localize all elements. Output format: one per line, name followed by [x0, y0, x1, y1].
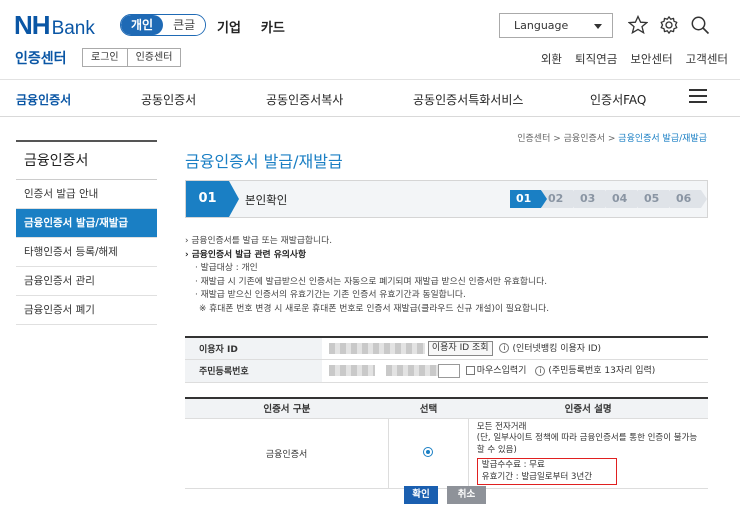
util-security-center[interactable]: 보안센터 [630, 51, 672, 67]
rrn-back-value[interactable] [385, 365, 438, 377]
cert-desc-cell: 모든 전자거래 (단, 일부사이트 정책에 따라 금융인증서를 통한 인증이 불… [468, 418, 708, 489]
nav-card[interactable]: 카드 [261, 17, 285, 36]
notice-heading: › 금융인증서 발급 관련 유의사항 [185, 249, 307, 260]
notice-section: › 금융인증서를 발급 또는 재발급합니다. › 금융인증서 발급 관련 유의사… [185, 235, 715, 316]
confirm-button[interactable]: 확인 [404, 486, 438, 504]
logo-bank: Bank [51, 18, 95, 39]
nh-bank-logo[interactable]: NH Bank [14, 10, 95, 41]
info-icon: i [535, 365, 546, 376]
col-cert-desc: 인증서 설명 [468, 398, 708, 419]
cert-validity: 유효기간 : 발급일로부터 3년간 [481, 471, 593, 482]
current-step-label: 본인확인 [245, 193, 288, 207]
mode-large-text-button[interactable]: 큰글 [163, 15, 206, 35]
gnb-joint-cert[interactable]: 공동인증서 [141, 91, 196, 108]
menu-icon[interactable] [689, 89, 707, 103]
notice-line: › 금융인증서를 발급 또는 재발급합니다. [185, 236, 332, 246]
user-id-label: 이용자 ID [185, 337, 322, 360]
util-pension[interactable]: 퇴직연금 [575, 51, 617, 67]
fee-validity-highlight: 발급수수료 : 무료 유효기간 : 발급일로부터 3년간 [476, 458, 617, 485]
gnb-joint-cert-special[interactable]: 공동인증서특화서비스 [413, 91, 523, 108]
lnb-title: 금융인증서 [16, 140, 157, 180]
mode-personal-button[interactable]: 개인 [121, 15, 164, 35]
util-forex[interactable]: 외환 [541, 51, 562, 67]
rrn-hint: (주민등록번호 13자리 입력) [548, 366, 656, 377]
top-header: NH Bank 개인 큰글 기업 카드 Language 인증센터 로그인 인증… [0, 0, 740, 80]
util-customer-center[interactable]: 고객센터 [686, 51, 728, 67]
login-link[interactable]: 로그인 [83, 49, 127, 66]
login-box: 로그인 인증센터 [82, 48, 182, 67]
gnb-joint-cert-copy[interactable]: 공동인증서복사 [266, 91, 343, 108]
lnb-item-other-bank[interactable]: 타행인증서 등록/해제 [16, 238, 157, 267]
language-select[interactable]: Language [499, 13, 613, 38]
cert-fee: 발급수수료 : 무료 [481, 460, 545, 470]
mouse-input-checkbox[interactable] [465, 366, 475, 376]
current-step-number: 01 [186, 181, 229, 217]
star-icon[interactable] [628, 15, 648, 35]
breadcrumb: 인증센터 > 금융인증서 > 금융인증서 발급/재발급 [517, 131, 707, 144]
cert-radio-button[interactable] [423, 446, 434, 457]
notice-line: · 재발급 시 기존에 발급받으신 인증서는 자동으로 폐기되며 재발급 받으신… [195, 276, 547, 287]
gnb-cert-faq[interactable]: 인증서FAQ [590, 91, 646, 108]
top-nav: 기업 카드 [217, 17, 285, 36]
rrn-front-value[interactable] [329, 365, 375, 377]
notice-line: ※ 휴대폰 번호 변경 시 새로운 휴대폰 번호로 인증서 재발급(클라우드 신… [199, 303, 550, 314]
step-bar: 01 본인확인 01 02 03 04 05 06 [185, 180, 708, 218]
chevron-down-icon [594, 24, 602, 29]
step-arrow [229, 181, 239, 217]
gnb-financial-cert[interactable]: 금융인증서 [16, 91, 71, 108]
cert-desc-line: (단, 일부사이트 정책에 따라 금융인증서를 통한 인증이 불가능할 수 있음… [476, 433, 698, 455]
info-icon: i [499, 343, 510, 354]
user-id-hint: (인터넷뱅킹 이용자 ID) [512, 343, 602, 354]
lnb-item-guide[interactable]: 인증서 발급 안내 [16, 180, 157, 209]
breadcrumb-path: 인증센터 > 금융인증서 > [517, 134, 619, 144]
global-nav: 금융인증서 공동인증서 공동인증서복사 공동인증서특화서비스 인증서FAQ [0, 80, 740, 117]
cert-select-cell [388, 418, 469, 489]
step-pill: 01 [510, 190, 547, 208]
gear-icon[interactable] [659, 15, 679, 35]
lnb-item-revoke[interactable]: 금융인증서 폐기 [16, 296, 157, 325]
breadcrumb-current: 금융인증서 발급/재발급 [618, 134, 707, 144]
lnb-item-manage[interactable]: 금융인증서 관리 [16, 267, 157, 296]
col-select: 선택 [388, 398, 469, 419]
utility-links: 외환 퇴직연금 보안센터 고객센터 [541, 51, 728, 67]
nav-corporate[interactable]: 기업 [217, 17, 241, 36]
identity-form: 이용자 ID 이용자 ID 조회 i (인터넷뱅킹 이용자 ID) 주민등록번호 … [185, 336, 708, 383]
cert-desc-line: 모든 전자거래 [476, 421, 527, 432]
rrn-label: 주민등록번호 [185, 359, 322, 383]
mouse-input-label: 마우스입력기 [476, 366, 527, 377]
cert-type-cell: 금융인증서 [185, 418, 390, 489]
notice-line: · 발급대상 : 개인 [195, 263, 258, 273]
cert-center-title: 인증센터 [15, 51, 67, 67]
col-cert-type: 인증서 구분 [185, 398, 389, 419]
logo-nh: NH [14, 10, 51, 40]
cert-select-table: 인증서 구분 선택 인증서 설명 금융인증서 모든 전자거래 (단, 일부사이트… [185, 397, 708, 489]
search-icon[interactable] [690, 15, 710, 35]
cert-center-link[interactable]: 인증센터 [126, 49, 181, 66]
mode-toggle: 개인 큰글 [120, 14, 207, 36]
rrn-back-input[interactable] [437, 363, 460, 378]
cancel-button[interactable]: 취소 [447, 486, 486, 504]
lnb-list: 인증서 발급 안내 금융인증서 발급/재발급 타행인증서 등록/해제 금융인증서… [16, 180, 157, 325]
page-title: 금융인증서 발급/재발급 [185, 152, 343, 171]
lnb-item-issue[interactable]: 금융인증서 발급/재발급 [16, 209, 157, 238]
notice-line: · 재발급 받으신 인증서의 유효기간는 기존 인증서 유효기간과 동일합니다. [195, 290, 466, 300]
step-indicator: 01 02 03 04 05 06 [510, 190, 707, 208]
user-id-value[interactable] [329, 342, 425, 354]
user-id-lookup-button[interactable]: 이용자 ID 조회 [427, 340, 493, 356]
language-label: Language [514, 19, 569, 32]
